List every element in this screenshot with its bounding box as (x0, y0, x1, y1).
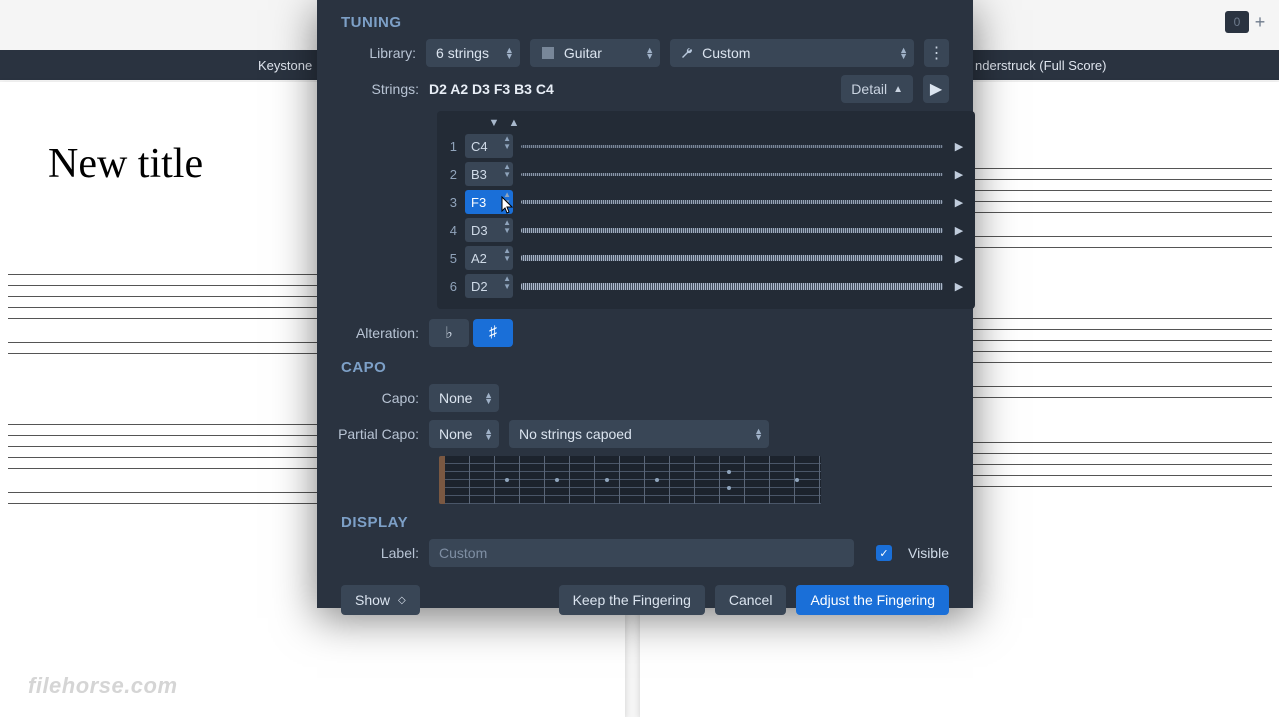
more-menu-button[interactable]: ⋮ (924, 39, 949, 67)
string-wire (521, 145, 943, 148)
strings-value: D2 A2 D3 F3 B3 C4 (429, 81, 554, 97)
chevron-updown-icon: ◇ (398, 595, 406, 606)
string-number: 4 (445, 223, 457, 238)
string-note-input[interactable]: D2▲▼ (465, 274, 513, 298)
string-number: 5 (445, 251, 457, 266)
string-wire (521, 200, 943, 204)
keep-fingering-button[interactable]: Keep the Fingering (559, 585, 705, 615)
show-button[interactable]: Show ◇ (341, 585, 420, 615)
string-row: 2 B3▲▼ ▶ (445, 161, 967, 187)
watermark: filehorse.com (28, 673, 178, 699)
sharp-button[interactable]: ♯ (473, 319, 513, 347)
partial-capo-label: Partial Capo: (331, 426, 419, 442)
play-string-button[interactable]: ▶ (951, 280, 967, 293)
visible-label: Visible (908, 545, 949, 561)
string-note-input[interactable]: B3▲▼ (465, 162, 513, 186)
chevron-updown-icon: ▲▼ (484, 392, 493, 404)
tab-left[interactable]: Keystone (0, 58, 312, 73)
detail-toggle[interactable]: Detail ▲ (841, 75, 913, 103)
string-wire (521, 173, 943, 176)
chevron-updown-icon: ▲▼ (754, 428, 763, 440)
stepper-icon[interactable]: ▲▼ (503, 135, 511, 151)
string-row: 6 D2▲▼ ▶ (445, 273, 967, 299)
string-editor: ▼ ▲ 1 C4▲▼ ▶ 2 B3▲▼ ▶ 3 F3▲▼ ▶ 4 D3▲▼ ▶ (437, 111, 975, 309)
display-section-title: DISPLAY (341, 514, 949, 531)
chevron-updown-icon: ▲▼ (484, 428, 493, 440)
top-toolbar-fragment: 0 + (1225, 10, 1279, 34)
strings-label: Strings: (341, 81, 419, 97)
string-number: 6 (445, 279, 457, 294)
shift-up-button[interactable]: ▲ (505, 117, 523, 129)
stepper-icon[interactable]: ▲▼ (503, 275, 511, 291)
capo-section-title: CAPO (341, 359, 949, 376)
string-row: 1 C4▲▼ ▶ (445, 133, 967, 159)
tuning-modal: TUNING Library: 6 strings ▲▼ Guitar ▲▼ C… (317, 0, 973, 608)
stepper-icon[interactable]: ▲▼ (503, 219, 511, 235)
string-note-input[interactable]: F3▲▼ (465, 190, 513, 214)
play-all-button[interactable]: ▶ (923, 75, 949, 103)
tab-right[interactable]: nderstruck (Full Score) (975, 58, 1106, 73)
counter-value: 0 (1225, 11, 1249, 33)
capo-select[interactable]: None ▲▼ (429, 384, 499, 412)
alteration-label: Alteration: (341, 325, 419, 341)
stepper-icon[interactable]: ▲▼ (503, 163, 511, 179)
fretboard-diagram (439, 456, 821, 504)
guitar-icon (540, 45, 556, 61)
wrench-icon (680, 46, 694, 60)
string-number: 3 (445, 195, 457, 210)
alteration-toggle: ♭ ♯ (429, 319, 513, 347)
plus-icon[interactable]: + (1251, 12, 1269, 33)
flat-button[interactable]: ♭ (429, 319, 469, 347)
string-wire (521, 283, 943, 290)
shift-down-button[interactable]: ▼ (485, 117, 503, 129)
play-string-button[interactable]: ▶ (951, 140, 967, 153)
adjust-fingering-button[interactable]: Adjust the Fingering (796, 585, 949, 615)
string-number: 2 (445, 167, 457, 182)
partial-capo-select[interactable]: None ▲▼ (429, 420, 499, 448)
string-number: 1 (445, 139, 457, 154)
label-input[interactable]: Custom (429, 539, 854, 567)
string-row: 5 A2▲▼ ▶ (445, 245, 967, 271)
tuning-section-title: TUNING (341, 14, 949, 31)
play-icon: ▶ (930, 79, 942, 99)
string-note-input[interactable]: A2▲▼ (465, 246, 513, 270)
string-wire (521, 228, 943, 233)
string-wire (521, 255, 943, 261)
string-note-input[interactable]: D3▲▼ (465, 218, 513, 242)
play-string-button[interactable]: ▶ (951, 252, 967, 265)
stepper-icon[interactable]: ▲▼ (503, 191, 511, 207)
play-string-button[interactable]: ▶ (951, 224, 967, 237)
string-count-select[interactable]: 6 strings ▲▼ (426, 39, 520, 67)
tuning-preset-select[interactable]: Custom ▲▼ (670, 39, 914, 67)
string-row: 3 F3▲▼ ▶ (445, 189, 967, 215)
chevron-updown-icon: ▲▼ (505, 47, 514, 59)
chevron-updown-icon: ▲▼ (899, 47, 908, 59)
chevron-updown-icon: ▲▼ (645, 47, 654, 59)
stepper-icon[interactable]: ▲▼ (503, 247, 511, 263)
cancel-button[interactable]: Cancel (715, 585, 787, 615)
string-row: 4 D3▲▼ ▶ (445, 217, 967, 243)
label-label: Label: (341, 545, 419, 561)
string-note-input[interactable]: C4▲▼ (465, 134, 513, 158)
kebab-icon: ⋮ (929, 43, 945, 63)
visible-checkbox[interactable]: ✓ (876, 545, 892, 561)
chevron-up-icon: ▲ (893, 84, 903, 95)
instrument-select[interactable]: Guitar ▲▼ (530, 39, 660, 67)
play-string-button[interactable]: ▶ (951, 168, 967, 181)
partial-capo-strings-select[interactable]: No strings capoed ▲▼ (509, 420, 769, 448)
library-label: Library: (341, 45, 416, 61)
capo-label: Capo: (341, 390, 419, 406)
play-string-button[interactable]: ▶ (951, 196, 967, 209)
